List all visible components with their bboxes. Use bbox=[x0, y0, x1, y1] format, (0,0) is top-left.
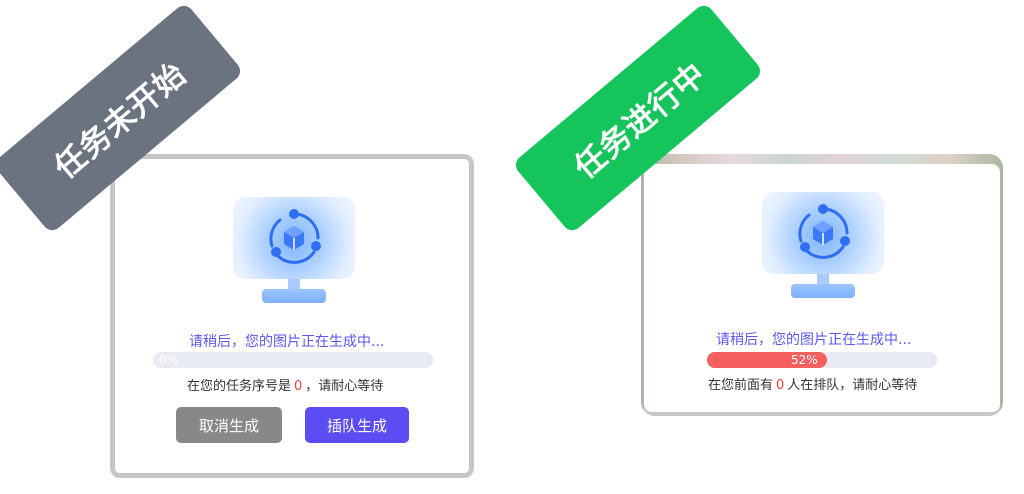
queue-number: 0 bbox=[294, 379, 303, 394]
cancel-generation-button[interactable]: 取消生成 bbox=[176, 407, 282, 443]
monitor-ai-icon bbox=[762, 192, 884, 302]
queue-number: 0 bbox=[776, 378, 785, 393]
status-text: 请稍后，您的图片正在生成中... bbox=[716, 332, 912, 348]
task-not-started-card: 请稍后，您的图片正在生成中... 0% 在您的任务序号是 0 ，请耐心等待 取消生成… bbox=[110, 154, 474, 478]
queue-info: 在您前面有 0 人在排队，请耐心等待 bbox=[708, 374, 917, 393]
jump-queue-button[interactable]: 插队生成 bbox=[305, 407, 409, 443]
queue-suffix: 人在排队，请耐心等待 bbox=[787, 378, 918, 393]
status-text: 请稍后，您的图片正在生成中... bbox=[189, 334, 385, 350]
queue-prefix: 在您前面有 bbox=[708, 378, 774, 393]
progress-label: 0% bbox=[159, 353, 179, 367]
queue-suffix: ，请耐心等待 bbox=[305, 379, 384, 394]
progress-bar: 0% bbox=[153, 352, 433, 368]
queue-info: 在您的任务序号是 0 ，请耐心等待 bbox=[187, 375, 383, 394]
progress-bar: 52% bbox=[707, 352, 937, 368]
progress-label: 52% bbox=[791, 353, 818, 367]
monitor-ai-icon bbox=[233, 197, 355, 307]
task-in-progress-card: 请稍后，您的图片正在生成中... 52% 在您前面有 0 人在排队，请耐心等待 bbox=[641, 154, 1003, 416]
queue-prefix: 在您的任务序号是 bbox=[187, 379, 292, 394]
